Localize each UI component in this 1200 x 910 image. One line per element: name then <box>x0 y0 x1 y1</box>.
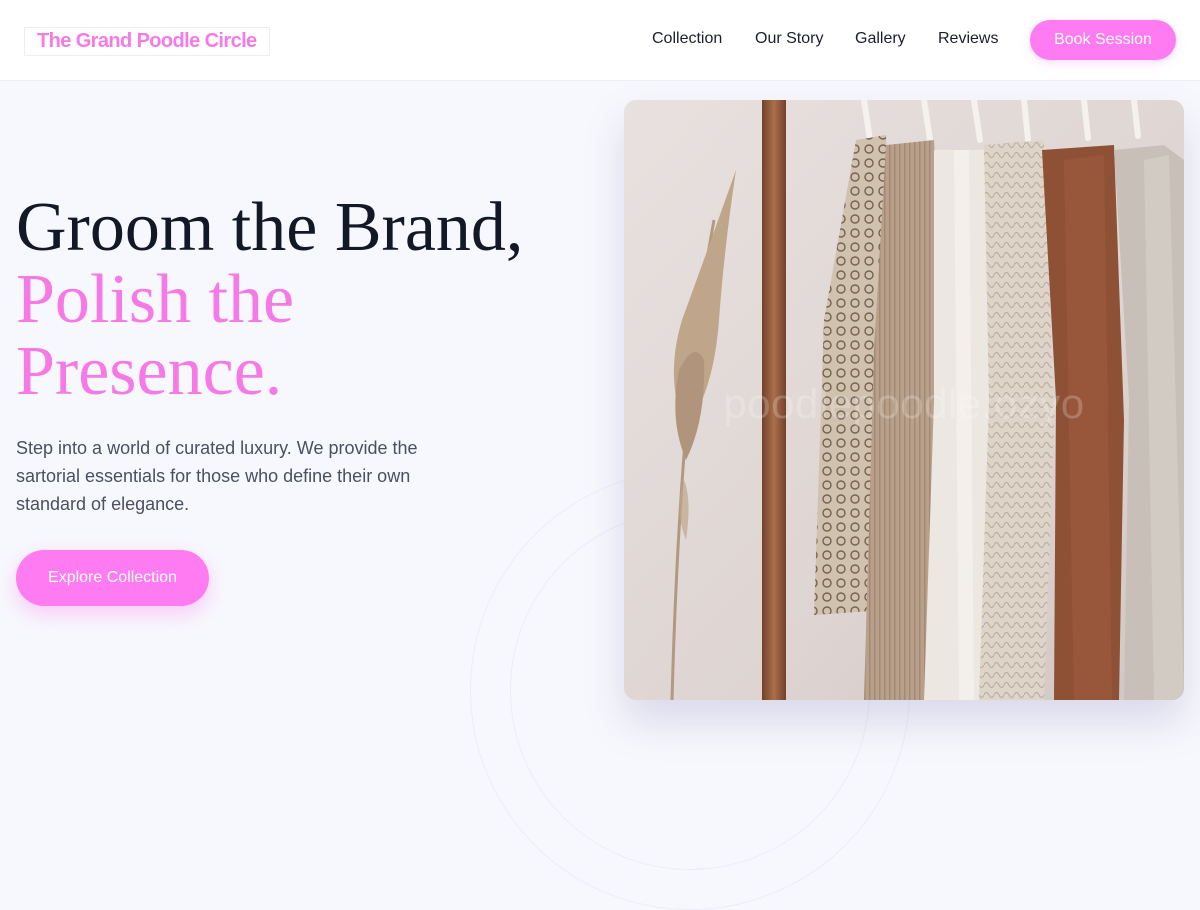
nav-link-collection[interactable]: Collection <box>652 29 722 49</box>
headline-line-2: Polish the <box>16 261 295 338</box>
site-header: The Grand Poodle Circle Collection Our S… <box>0 0 1200 81</box>
brand-logo[interactable]: The Grand Poodle Circle <box>24 27 270 56</box>
hero-image-clothing-rack: poodlepoodle.ozyo <box>624 100 1184 700</box>
hero-subtitle: Step into a world of curated luxury. We … <box>16 438 418 514</box>
book-session-button[interactable]: Book Session <box>1030 20 1176 60</box>
nav-link-our-story[interactable]: Our Story <box>755 29 823 49</box>
nav-link-gallery[interactable]: Gallery <box>855 29 906 49</box>
headline-line-1: Groom the Brand, <box>16 189 524 266</box>
explore-collection-button[interactable]: Explore Collection <box>16 550 209 606</box>
nav-link-reviews[interactable]: Reviews <box>938 29 998 49</box>
hero-headline: Groom the Brand, Polish the Presence. <box>16 192 596 408</box>
headline-line-3: Presence. <box>16 333 283 410</box>
